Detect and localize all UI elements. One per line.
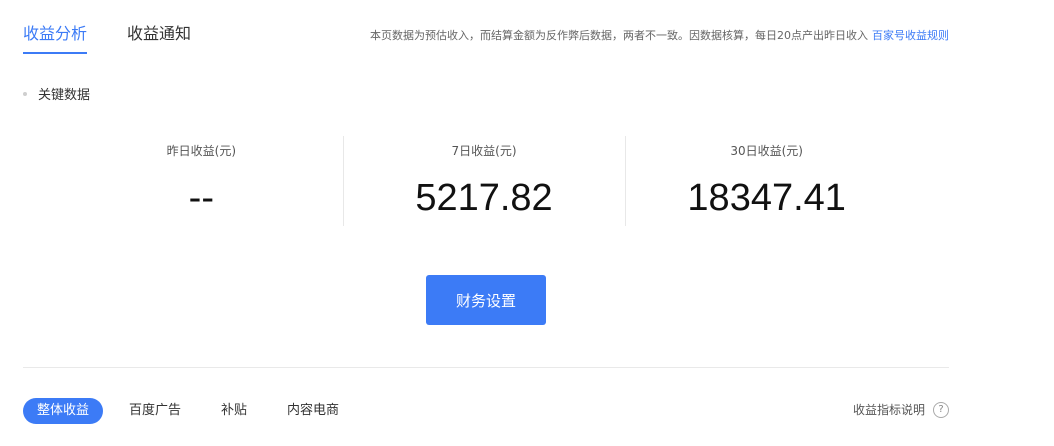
revenue-rules-link[interactable]: 百家号收益规则 (872, 29, 949, 42)
metric-label: 7日收益(元) (451, 144, 517, 158)
metric-value: 5217.82 (415, 177, 553, 219)
section-title: 关键数据 (38, 88, 91, 103)
metric-label: 30日收益(元) (730, 144, 803, 158)
notice-text: 本页数据为预估收入，而结算金额为反作弊后数据，两者不一致。因数据核算，每日20点… (370, 29, 868, 42)
main-tabs: 收益分析 收益通知 (23, 20, 191, 54)
divider (23, 367, 949, 368)
revenue-metrics-explanation[interactable]: 收益指标说明 ? (853, 401, 949, 418)
subtab-baidu-ads[interactable]: 百度广告 (115, 398, 195, 424)
revenue-type-tabs: 整体收益 百度广告 补贴 内容电商 (23, 398, 365, 424)
metric-30day: 30日收益(元) 18347.41 (625, 136, 908, 226)
metric-value: 18347.41 (687, 177, 846, 219)
metric-label: 昨日收益(元) (166, 144, 237, 158)
tab-revenue-notice[interactable]: 收益通知 (127, 20, 191, 54)
subtab-overall-revenue[interactable]: 整体收益 (23, 398, 104, 424)
metric-value: -- (188, 177, 214, 219)
metric-7day: 7日收益(元) 5217.82 (342, 136, 626, 226)
tab-revenue-analysis[interactable]: 收益分析 (23, 20, 88, 54)
question-icon[interactable]: ? (933, 401, 949, 418)
notice-bar: 本页数据为预估收入，而结算金额为反作弊后数据，两者不一致。因数据核算，每日20点… (370, 27, 949, 43)
subtab-content-ecommerce[interactable]: 内容电商 (273, 398, 353, 424)
metric-yesterday: 昨日收益(元) -- (60, 136, 343, 226)
finance-settings-button[interactable]: 财务设置 (426, 275, 546, 325)
bullet-dot-icon (23, 91, 27, 96)
section-key-data: 关键数据 (23, 84, 90, 103)
metrics-panel: 昨日收益(元) -- 7日收益(元) 5217.82 30日收益(元) 1834… (60, 136, 908, 226)
explain-label: 收益指标说明 (852, 403, 925, 417)
subtab-subsidy[interactable]: 补贴 (207, 398, 261, 424)
